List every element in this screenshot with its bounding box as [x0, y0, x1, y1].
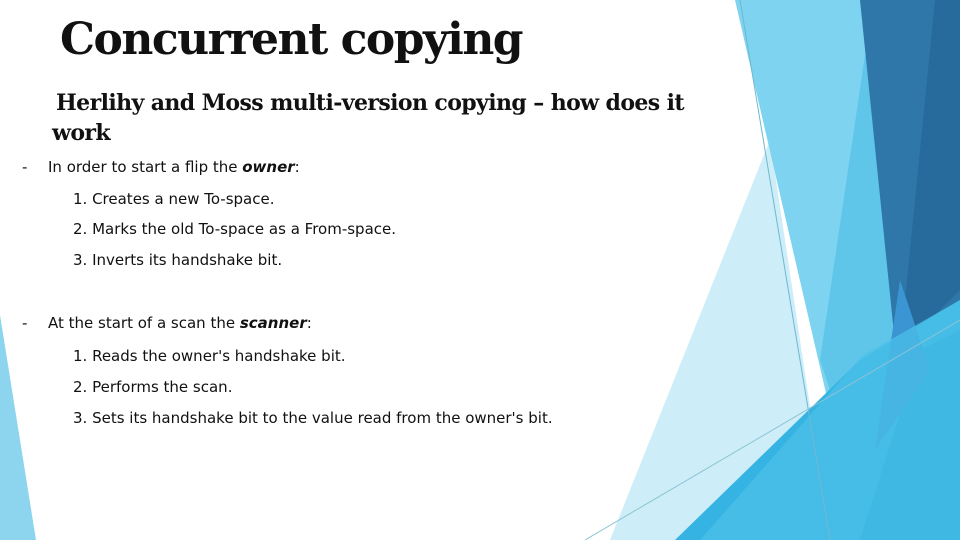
bullet-dash: - [22, 158, 28, 176]
bullet-scanner: - At the start of a scan the scanner: [22, 314, 312, 332]
list-item: 1. Creates a new To-space. [73, 190, 275, 208]
slide-title: Concurrent copying [60, 14, 524, 65]
bullet-text: At the start of a scan the [48, 314, 240, 332]
left-accent-wedge [0, 315, 36, 540]
bullet-dash: - [22, 314, 28, 332]
bullet-emphasis: scanner [239, 314, 307, 332]
bullet-owner: - In order to start a flip the owner: [22, 158, 300, 176]
list-item: 3. Sets its handshake bit to the value r… [73, 409, 553, 427]
bullet-emphasis: owner [242, 158, 295, 176]
background-decoration [0, 0, 960, 540]
list-item: 1. Reads the owner's handshake bit. [73, 347, 346, 365]
list-item: 3. Inverts its handshake bit. [73, 251, 283, 269]
list-item: 2. Marks the old To-space as a From-spac… [73, 220, 397, 238]
bullet-colon: : [294, 158, 300, 176]
slide-subtitle: Herlihy and Moss multi-version copying –… [52, 90, 685, 146]
bullet-colon: : [306, 314, 312, 332]
list-item: 2. Performs the scan. [73, 378, 233, 396]
bullet-text: In order to start a flip the [48, 158, 243, 176]
